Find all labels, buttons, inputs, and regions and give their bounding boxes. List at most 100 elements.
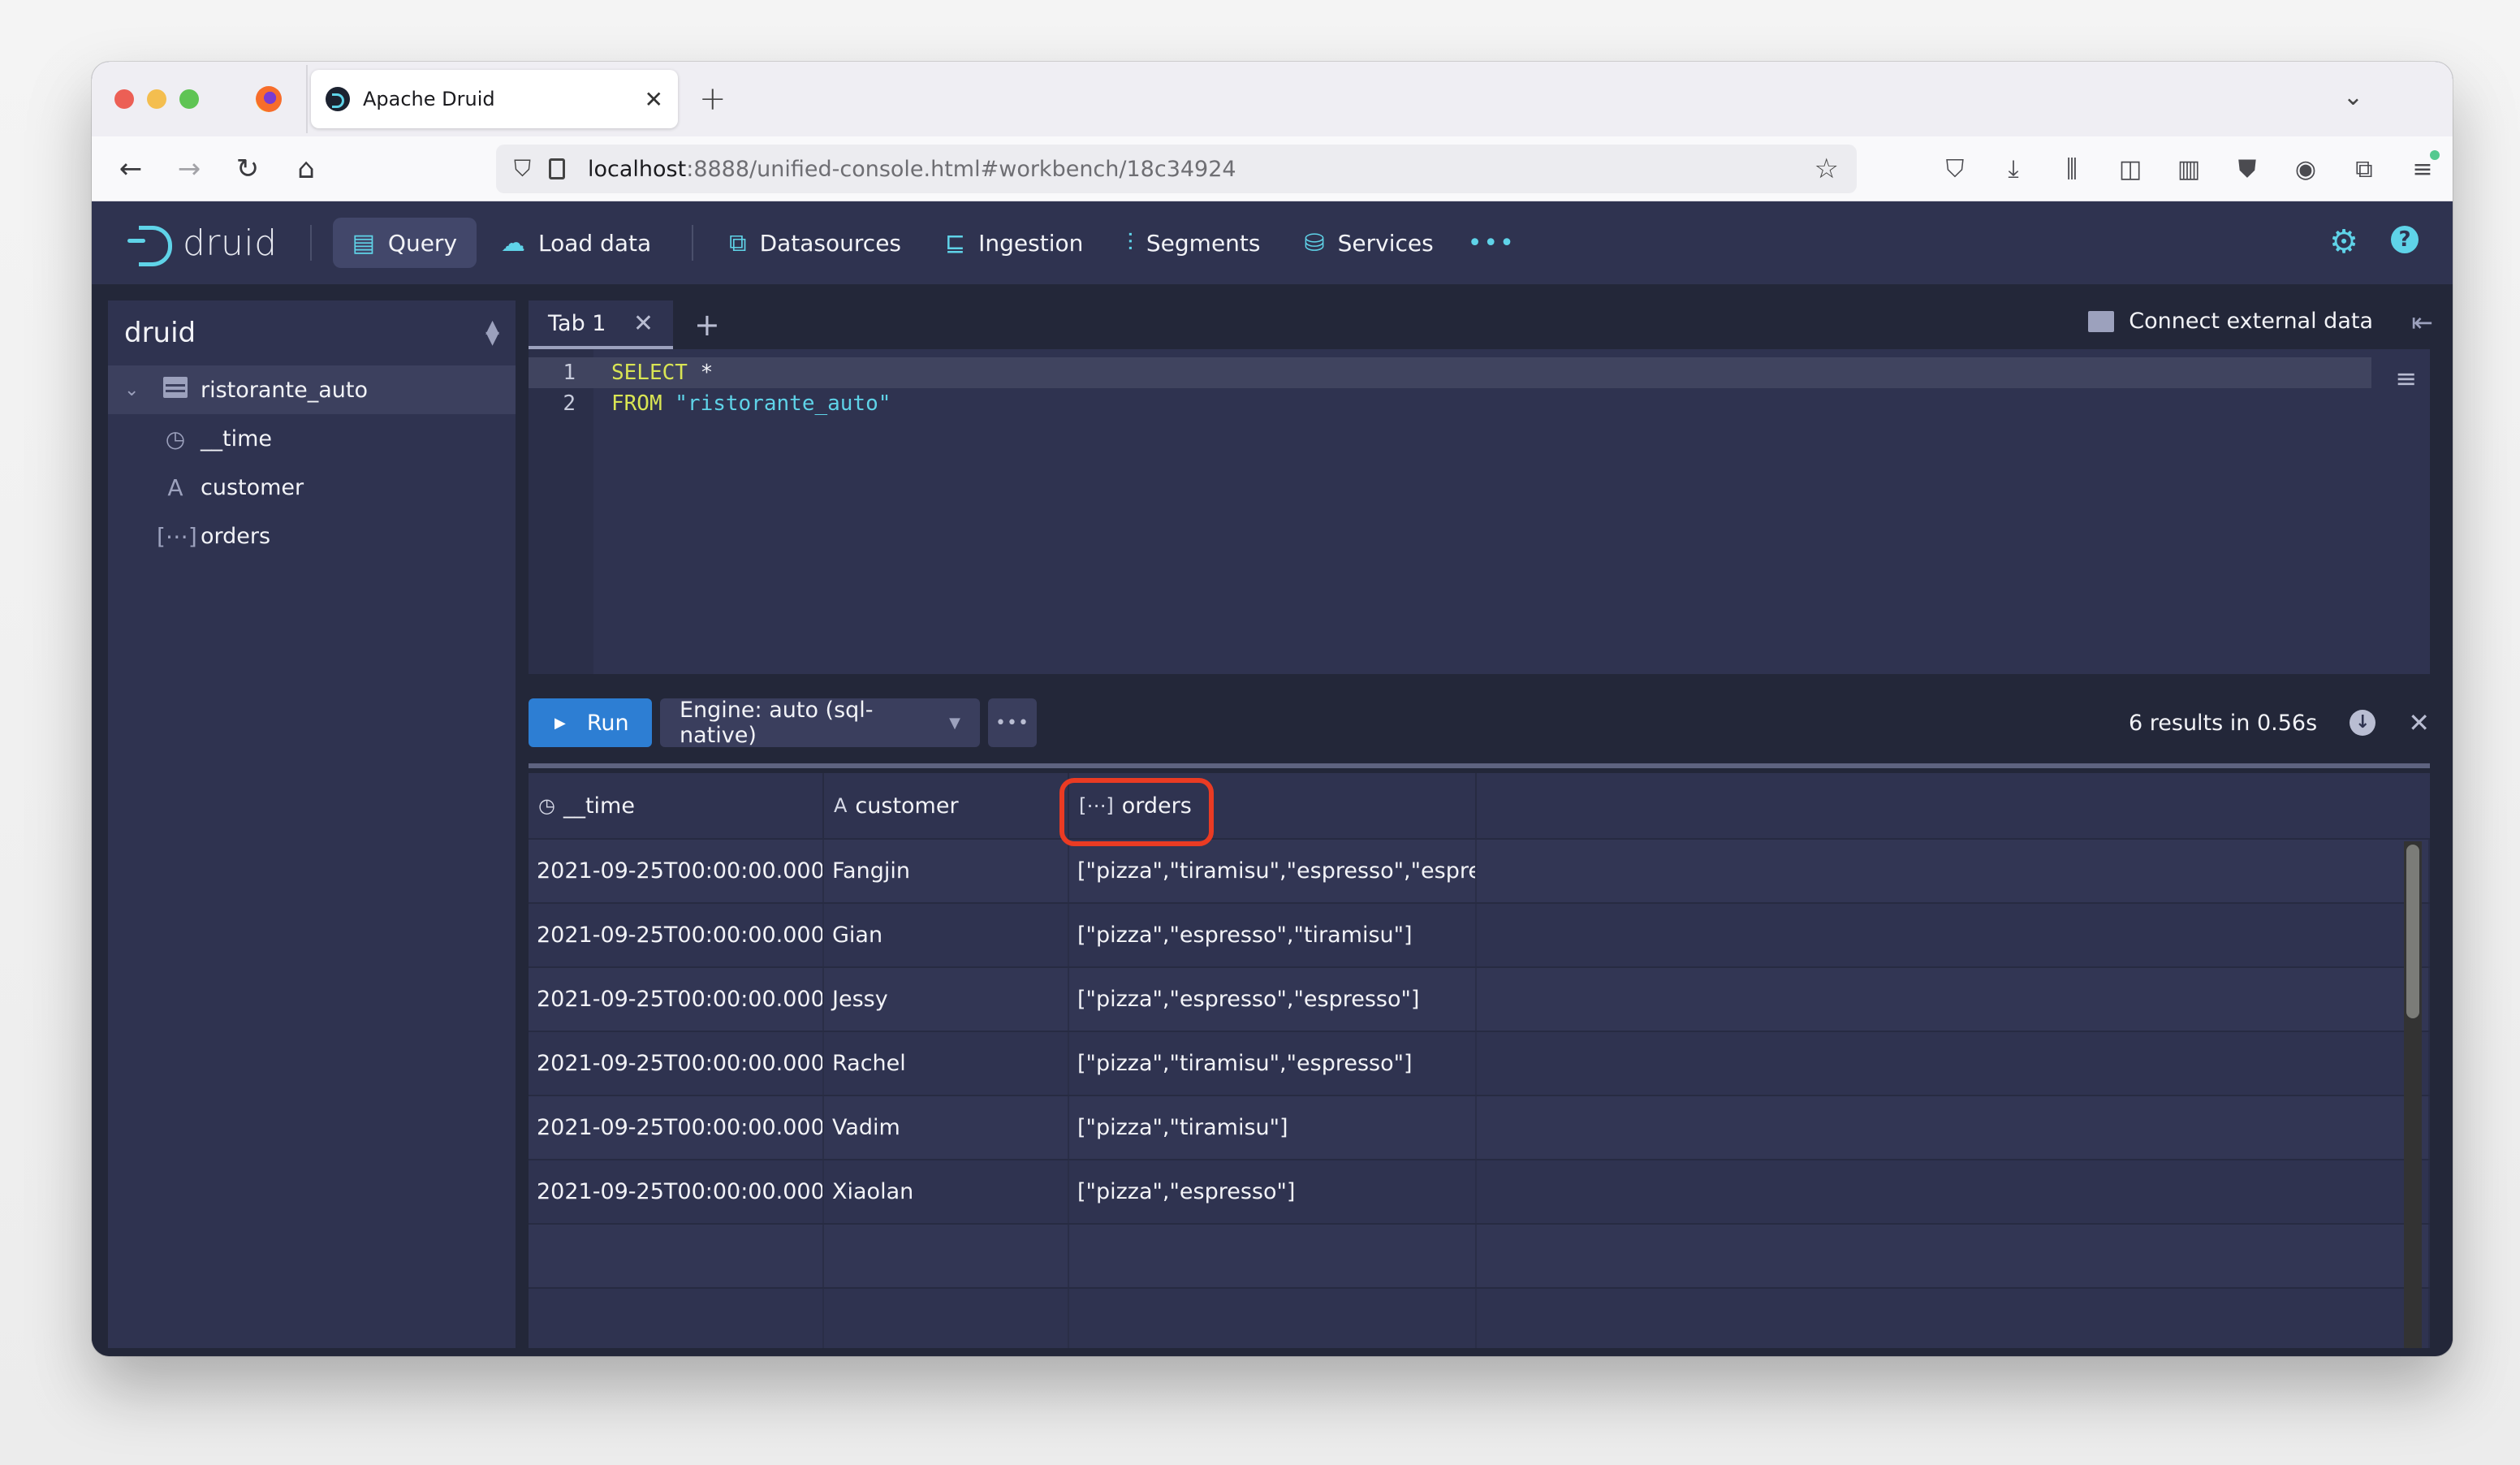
library-icon[interactable]: ⫼ — [2052, 155, 2092, 184]
close-tab-icon[interactable]: ✕ — [645, 86, 663, 113]
forward-icon[interactable]: → — [160, 153, 218, 185]
column-header-label: customer — [855, 793, 959, 819]
up-down-caret-icon[interactable]: ▲ ▼ — [485, 318, 499, 348]
close-results-icon[interactable]: ✕ — [2408, 707, 2430, 738]
cell-orders[interactable]: ["pizza","tiramisu"] — [1069, 1096, 1477, 1159]
new-tab-button[interactable]: + — [699, 80, 727, 118]
query-tab[interactable]: Tab 1 ✕ — [529, 300, 673, 349]
column-tree-sidebar: druid ▲ ▼ ⌄ ristorante_auto ◷ __time A cu… — [108, 300, 516, 1348]
nav-query[interactable]: ▤ Query — [332, 218, 477, 268]
column-tree-item[interactable]: [⋯] orders — [108, 512, 516, 560]
time-icon: ◷ — [165, 425, 186, 452]
table-row[interactable]: 2021-09-25T00:00:00.000Z Vadim ["pizza","t… — [529, 1096, 2430, 1160]
sql-string: "ristorante_auto" — [675, 391, 891, 416]
code-line[interactable]: 2 FROM "ristorante_auto" — [529, 388, 2430, 419]
vertical-scrollbar[interactable] — [2404, 841, 2422, 1348]
browser-tab-bar: Apache Druid ✕ + ⌄ — [92, 62, 2453, 136]
browser-window: Apache Druid ✕ + ⌄ ← → ↻ ⌂ ⛉ localhost:8… — [92, 62, 2453, 1356]
url-text[interactable]: localhost:8888/unified-console.html#work… — [588, 157, 1814, 182]
table-row[interactable]: 2021-09-25T00:00:00.000Z Fangjin ["pizza",… — [529, 840, 2430, 904]
cell-time[interactable]: 2021-09-25T00:00:00.000Z — [529, 1160, 824, 1223]
resize-splitter[interactable] — [529, 763, 2430, 768]
download-icon[interactable]: ⤓ — [1993, 155, 2034, 184]
add-tab-button[interactable]: + — [694, 307, 720, 343]
tracking-shield-icon[interactable]: ⛉ — [514, 155, 531, 183]
cell-time[interactable]: 2021-09-25T00:00:00.000Z — [529, 968, 824, 1031]
scrollbar-thumb[interactable] — [2406, 845, 2419, 1018]
column-tree-item[interactable]: A customer — [108, 463, 516, 512]
menu-icon[interactable]: ≡ — [2402, 149, 2443, 184]
cell-orders[interactable]: ["pizza","espresso","tiramisu"] — [1069, 904, 1477, 966]
list-tabs-chevron-icon[interactable]: ⌄ — [2343, 83, 2363, 111]
url-bar[interactable]: ⛉ localhost:8888/unified-console.html#wo… — [496, 145, 1857, 193]
extension-fence-icon[interactable]: ▥ — [2168, 155, 2209, 184]
nav-services[interactable]: ⛁ Services — [1284, 218, 1452, 268]
cell-customer[interactable]: Rachel — [824, 1032, 1069, 1095]
sidebar-icon[interactable]: ◫ — [2110, 155, 2151, 184]
table-row[interactable]: 2021-09-25T00:00:00.000Z Xiaolan ["pizza",… — [529, 1160, 2430, 1225]
cell-orders[interactable]: ["pizza","espresso","espresso"] — [1069, 968, 1477, 1031]
datasource-tree-item[interactable]: ⌄ ristorante_auto — [108, 365, 516, 414]
extensions-icon[interactable]: ⧉ — [2344, 155, 2384, 184]
table-row[interactable]: 2021-09-25T00:00:00.000Z Rachel ["pizza","… — [529, 1032, 2430, 1096]
nav-label: Ingestion — [978, 229, 1084, 257]
more-nav-button[interactable]: ••• — [1468, 229, 1516, 257]
editor-menu-icon[interactable]: ≡ — [2395, 365, 2417, 391]
table-row[interactable]: 2021-09-25T00:00:00.000Z Jessy ["pizza","e… — [529, 968, 2430, 1032]
column-header-customer[interactable]: A customer — [824, 773, 1069, 838]
sidebar-header[interactable]: druid ▲ ▼ — [108, 300, 516, 365]
engine-selector[interactable]: Engine: auto (sql-native) ▼ — [660, 698, 980, 748]
home-icon[interactable]: ⌂ — [277, 153, 335, 185]
cell-customer[interactable]: Vadim — [824, 1096, 1069, 1159]
run-bar: ▶ Run Engine: auto (sql-native) ▼ ••• 6 … — [529, 697, 2430, 749]
password-manager-icon[interactable]: ◉ — [2285, 155, 2326, 184]
ublock-icon[interactable]: ⛊ — [2227, 155, 2268, 184]
table-row[interactable]: 2021-09-25T00:00:00.000Z Gian ["pizza","es… — [529, 904, 2430, 968]
collapse-panel-icon[interactable]: ⇤ — [2411, 307, 2433, 338]
cell-empty — [1477, 1160, 2430, 1223]
cell-customer[interactable]: Fangjin — [824, 840, 1069, 902]
back-icon[interactable]: ← — [101, 153, 160, 185]
datasource-name: ristorante_auto — [201, 377, 368, 403]
ingestion-icon: ⊑ — [945, 228, 966, 257]
download-results-icon[interactable]: ↓ — [2350, 710, 2376, 736]
bookmark-star-icon[interactable]: ☆ — [1814, 153, 1839, 185]
close-window-button[interactable] — [114, 89, 134, 109]
pocket-icon[interactable]: ⛉ — [1935, 155, 1975, 184]
column-header-time[interactable]: ◷ __time — [529, 773, 824, 838]
zoom-window-button[interactable] — [179, 89, 199, 109]
browser-tab-title: Apache Druid — [363, 88, 495, 110]
gear-icon[interactable]: ⚙ — [2329, 226, 2358, 258]
cell-orders[interactable]: ["pizza","tiramisu","espresso","espresso… — [1069, 840, 1477, 902]
reload-icon[interactable]: ↻ — [218, 153, 277, 185]
chevron-down-icon[interactable]: ⌄ — [124, 380, 157, 400]
nav-load-data[interactable]: ☁ Load data — [481, 218, 671, 268]
cell-time[interactable]: 2021-09-25T00:00:00.000Z — [529, 1032, 824, 1095]
run-button[interactable]: ▶ Run — [529, 698, 652, 747]
more-options-button[interactable]: ••• — [988, 698, 1037, 747]
nav-ingestion[interactable]: ⊑ Ingestion — [926, 218, 1102, 268]
cell-time[interactable]: 2021-09-25T00:00:00.000Z — [529, 904, 824, 966]
minimize-window-button[interactable] — [147, 89, 166, 109]
cell-time[interactable]: 2021-09-25T00:00:00.000Z — [529, 1096, 824, 1159]
nav-datasources[interactable]: ⧉ Datasources — [710, 218, 921, 268]
druid-logo[interactable]: druid — [127, 223, 278, 266]
column-header-orders[interactable]: [⋯] orders — [1059, 773, 1477, 846]
cell-orders[interactable]: ["pizza","tiramisu","espresso"] — [1069, 1032, 1477, 1095]
browser-tab[interactable]: Apache Druid ✕ — [311, 70, 678, 128]
close-tab-icon[interactable]: ✕ — [633, 309, 654, 338]
cell-orders[interactable]: ["pizza","espresso"] — [1069, 1160, 1477, 1223]
cell-customer[interactable]: Gian — [824, 904, 1069, 966]
sql-editor[interactable]: 1 SELECT * 2 FROM "ristorante_auto" ≡ — [529, 349, 2430, 674]
cell-customer[interactable]: Jessy — [824, 968, 1069, 1031]
help-icon[interactable]: ? — [2391, 226, 2419, 253]
connect-external-data-button[interactable]: Connect external data — [2088, 309, 2373, 334]
nav-segments[interactable]: ⫶ Segments — [1107, 218, 1279, 268]
column-tree-item[interactable]: ◷ __time — [108, 414, 516, 463]
cell-customer — [824, 1289, 1069, 1348]
cell-time[interactable]: 2021-09-25T00:00:00.000Z — [529, 840, 824, 902]
page-icon[interactable] — [549, 158, 566, 179]
cell-empty — [1477, 1225, 2430, 1287]
code-line[interactable]: 1 SELECT * — [529, 357, 2371, 388]
cell-customer[interactable]: Xiaolan — [824, 1160, 1069, 1223]
